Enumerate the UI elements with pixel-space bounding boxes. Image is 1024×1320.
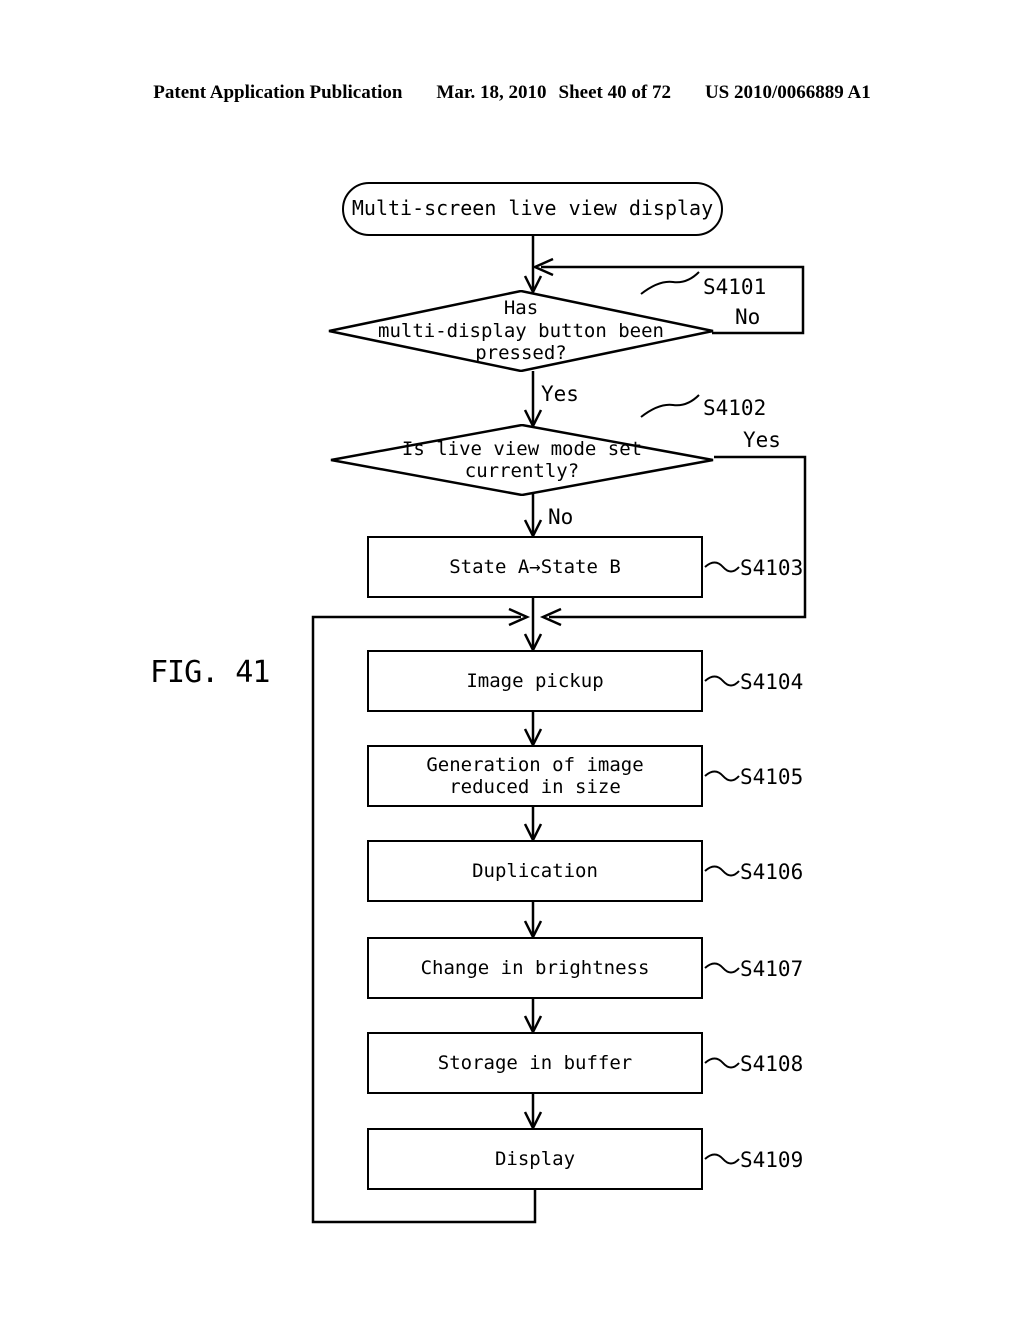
header-sheet: Sheet 40 of 72 [558, 82, 671, 103]
patent-drawing-page: Patent Application Publication Mar. 18, 2… [0, 0, 1024, 1320]
step-id-s4108: S4108 [740, 1052, 804, 1076]
process-s4108: Storage in buffer [367, 1032, 703, 1094]
step-id-s4102: S4102 [703, 396, 767, 420]
header-patent-number: US 2010/0066889 A1 [704, 82, 871, 103]
step-id-s4105: S4105 [740, 765, 804, 789]
step-id-s4106: S4106 [740, 860, 804, 884]
flow-start-terminator: Multi-screen live view display [342, 182, 723, 236]
step-id-s4103: S4103 [740, 556, 804, 580]
process-s4103: State A→State B [367, 536, 703, 598]
header-date: Mar. 18, 2010 [436, 82, 547, 103]
step-id-s4107: S4107 [740, 957, 804, 981]
decision-s4102-text: Is live view mode set currently? [401, 437, 643, 482]
branch-label-s4102-no: No [548, 505, 574, 529]
branch-label-s4101-yes: Yes [541, 382, 579, 406]
step-id-s4104: S4104 [740, 670, 804, 694]
process-s4109: Display [367, 1128, 703, 1190]
process-s4105: Generation of image reduced in size [367, 745, 703, 807]
page-header: Patent Application Publication Mar. 18, 2… [0, 82, 1024, 104]
process-s4106: Duplication [367, 840, 703, 902]
decision-s4102: Is live view mode set currently? [330, 424, 714, 496]
branch-label-s4101-no: No [735, 305, 761, 329]
process-s4104: Image pickup [367, 650, 703, 712]
process-s4107: Change in brightness [367, 937, 703, 999]
decision-s4101: Has multi-display button been pressed? [328, 290, 714, 372]
decision-s4101-text: Has multi-display button been pressed? [378, 297, 664, 365]
step-id-s4109: S4109 [740, 1148, 804, 1172]
header-publication: Patent Application Publication [153, 82, 403, 103]
figure-label: FIG. 41 [150, 655, 270, 690]
branch-label-s4102-yes: Yes [743, 428, 781, 452]
step-id-s4101: S4101 [703, 275, 767, 299]
